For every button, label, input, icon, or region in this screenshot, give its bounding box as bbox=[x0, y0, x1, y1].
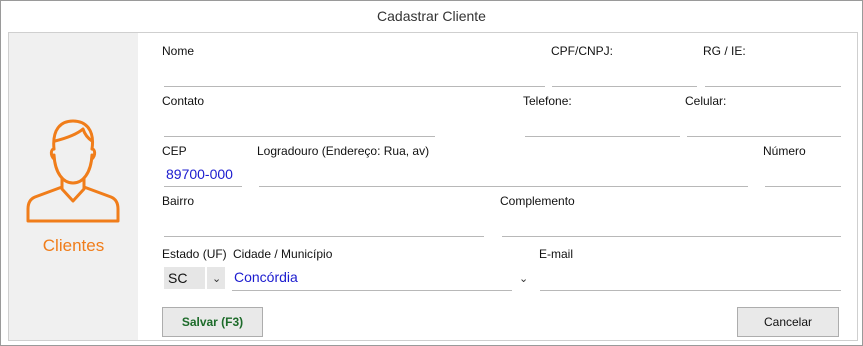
form-frame: Clientes Nome CPF/CNPJ: RG / IE: Contato… bbox=[8, 32, 858, 341]
save-button[interactable]: Salvar (F3) bbox=[162, 307, 263, 337]
rg-field[interactable] bbox=[705, 67, 841, 87]
cancel-button[interactable]: Cancelar bbox=[737, 307, 839, 337]
estado-select[interactable]: SC bbox=[164, 267, 205, 289]
bairro-field[interactable] bbox=[164, 217, 484, 237]
chevron-down-icon: ⌄ bbox=[212, 273, 222, 285]
cidade-select[interactable] bbox=[232, 271, 512, 291]
celular-label: Celular: bbox=[685, 94, 727, 108]
rg-label: RG / IE: bbox=[703, 44, 746, 58]
cidade-label: Cidade / Município bbox=[233, 247, 333, 261]
complemento-field[interactable] bbox=[502, 217, 841, 237]
cpf-label: CPF/CNPJ: bbox=[551, 44, 614, 58]
nome-field[interactable] bbox=[164, 67, 545, 87]
sidebar-panel: Clientes bbox=[9, 33, 138, 340]
logradouro-label: Logradouro (Endereço: Rua, av) bbox=[257, 144, 430, 158]
logradouro-field[interactable] bbox=[259, 167, 748, 187]
numero-field[interactable] bbox=[765, 167, 841, 187]
email-field[interactable] bbox=[540, 271, 841, 291]
cep-label: CEP bbox=[162, 144, 187, 158]
nome-label: Nome bbox=[162, 44, 195, 58]
complemento-label: Complemento bbox=[500, 194, 575, 208]
cpf-field[interactable] bbox=[552, 67, 697, 87]
bairro-label: Bairro bbox=[162, 194, 195, 208]
estado-label: Estado (UF) bbox=[162, 247, 227, 261]
chevron-down-icon[interactable]: ⌄ bbox=[519, 272, 528, 285]
telefone-field[interactable] bbox=[525, 117, 680, 137]
celular-field[interactable] bbox=[687, 117, 841, 137]
register-client-window: Cadastrar Cliente Clientes Nome CPF/CNPJ… bbox=[0, 0, 863, 346]
contato-field[interactable] bbox=[164, 117, 435, 137]
cep-field[interactable] bbox=[164, 167, 242, 187]
numero-label: Número bbox=[763, 144, 806, 158]
sidebar-caption: Clientes bbox=[42, 236, 105, 255]
window-title: Cadastrar Cliente bbox=[377, 8, 486, 24]
user-icon bbox=[26, 119, 120, 223]
contato-label: Contato bbox=[162, 94, 205, 108]
telefone-label: Telefone: bbox=[523, 94, 572, 108]
email-label: E-mail bbox=[539, 247, 574, 261]
